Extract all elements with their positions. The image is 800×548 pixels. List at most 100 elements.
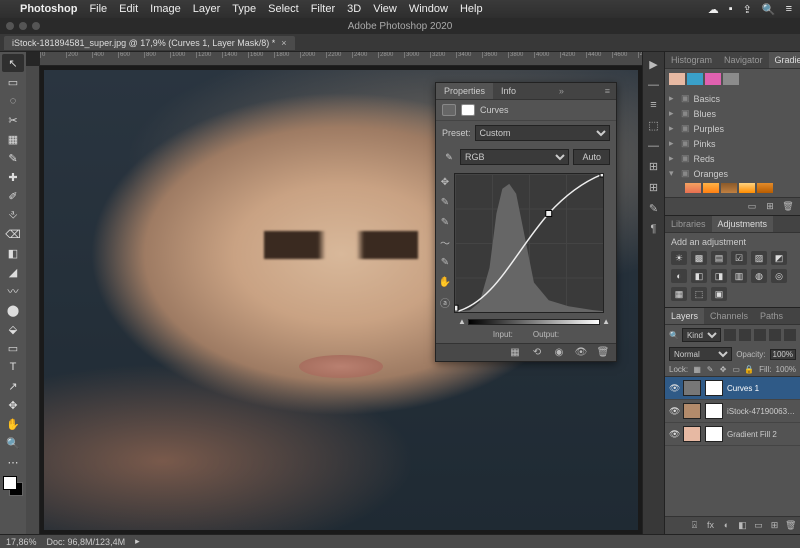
tab-channels[interactable]: Channels bbox=[704, 308, 754, 324]
filter-smart-icon[interactable] bbox=[784, 329, 796, 341]
tab-properties[interactable]: Properties bbox=[436, 83, 493, 99]
toggle-visibility-icon[interactable]: ◉ bbox=[552, 347, 566, 358]
adjustment-preset-icon[interactable]: ⬚ bbox=[691, 287, 707, 301]
layer-kind-select[interactable]: Kind bbox=[682, 328, 721, 342]
gradient-preset[interactable] bbox=[757, 183, 773, 193]
edit-toolbar-icon[interactable]: ✋ bbox=[2, 415, 24, 433]
menu-edit[interactable]: Edit bbox=[119, 3, 138, 15]
layer-thumbnail[interactable] bbox=[683, 380, 701, 396]
layer-thumbnail[interactable] bbox=[683, 426, 701, 442]
pen-tool[interactable]: ⬤ bbox=[2, 301, 24, 319]
curve-line[interactable] bbox=[455, 174, 603, 312]
menu-view[interactable]: View bbox=[373, 3, 397, 15]
curve-tool-icon[interactable]: ✥ bbox=[438, 175, 452, 189]
document-tab[interactable]: iStock-181894581_super.jpg @ 17,9% (Curv… bbox=[4, 36, 295, 50]
tab-gradients[interactable]: Gradients bbox=[769, 52, 800, 68]
cloud-icon[interactable]: ☁ bbox=[708, 3, 719, 16]
layer-row[interactable]: 👁Curves 1 bbox=[665, 377, 800, 400]
layer-mask-thumbnail[interactable] bbox=[705, 380, 723, 396]
adjustment-preset-icon[interactable]: ▥ bbox=[731, 269, 747, 283]
mask-icon[interactable]: ◐ bbox=[721, 520, 732, 531]
gradient-ramp[interactable] bbox=[468, 319, 600, 325]
move-tool[interactable]: ↖ bbox=[2, 54, 24, 72]
filter-adjust-icon[interactable] bbox=[739, 329, 751, 341]
gradient-folder[interactable]: ▸▣Blues bbox=[669, 106, 796, 121]
delete-layer-icon[interactable]: 🗑 bbox=[785, 520, 796, 531]
adjustment-preset-icon[interactable]: ▣ bbox=[711, 287, 727, 301]
collapsed-panel-icon[interactable]: ¶ bbox=[651, 223, 657, 235]
menu-help[interactable]: Help bbox=[460, 3, 483, 15]
share-icon[interactable]: ⇪ bbox=[743, 3, 752, 16]
chat-icon[interactable]: ▪ bbox=[729, 3, 733, 16]
menu-3d[interactable]: 3D bbox=[347, 3, 361, 15]
gradient-swatch[interactable] bbox=[705, 73, 721, 85]
panel-collapse-icon[interactable]: » bbox=[553, 83, 570, 99]
preset-select[interactable]: Custom bbox=[475, 125, 610, 141]
search-icon[interactable]: 🔍 bbox=[762, 3, 776, 16]
lock-transparency-icon[interactable]: ▦ bbox=[692, 365, 702, 374]
clone-tool[interactable]: ⎀ bbox=[2, 206, 24, 224]
preview-icon[interactable]: 👁 bbox=[574, 347, 588, 358]
frame-tool[interactable]: ▦ bbox=[2, 130, 24, 148]
lasso-tool[interactable]: ◌ bbox=[2, 92, 24, 110]
fx-icon[interactable]: fx bbox=[705, 520, 716, 531]
adjustment-preset-icon[interactable]: ◧ bbox=[691, 269, 707, 283]
adjustment-preset-icon[interactable]: ▤ bbox=[711, 251, 727, 265]
gradient-folder[interactable]: ▸▣Basics bbox=[669, 91, 796, 106]
ellipsis-icon[interactable]: 🔍 bbox=[2, 434, 24, 452]
collapsed-panel-icon[interactable]: ✎ bbox=[649, 202, 658, 215]
lock-pixels-icon[interactable]: ✎ bbox=[705, 365, 715, 374]
gradient-swatch[interactable] bbox=[723, 73, 739, 85]
zoom-level[interactable]: 17,86% bbox=[6, 537, 37, 547]
clip-to-layer-icon[interactable]: ▦ bbox=[508, 347, 522, 358]
filter-type-icon[interactable] bbox=[754, 329, 766, 341]
adjustment-preset-icon[interactable]: ▩ bbox=[691, 251, 707, 265]
adjustment-icon[interactable]: ◧ bbox=[737, 520, 748, 531]
collapsed-panel-icon[interactable]: ⊞ bbox=[649, 160, 658, 173]
menu-file[interactable]: File bbox=[89, 3, 107, 15]
filter-pixel-icon[interactable] bbox=[724, 329, 736, 341]
collapsed-panel-icon[interactable]: ≡ bbox=[650, 99, 656, 111]
filter-shape-icon[interactable] bbox=[769, 329, 781, 341]
eyedropper-icon[interactable]: ✎ bbox=[442, 152, 456, 163]
visibility-toggle-icon[interactable]: 👁 bbox=[669, 429, 679, 440]
properties-panel[interactable]: Properties Info » ≡ Curves Preset: Custo… bbox=[435, 82, 617, 362]
crop-tool[interactable]: ✂ bbox=[2, 111, 24, 129]
tab-paths[interactable]: Paths bbox=[754, 308, 789, 324]
curve-tool-icon[interactable]: ✎ bbox=[438, 195, 452, 209]
lock-position-icon[interactable]: ✥ bbox=[718, 365, 728, 374]
visibility-toggle-icon[interactable]: 👁 bbox=[669, 406, 679, 417]
adjustment-preset-icon[interactable]: ▦ bbox=[671, 287, 687, 301]
adjustment-preset-icon[interactable]: ◩ bbox=[771, 251, 787, 265]
gradient-preset[interactable] bbox=[703, 183, 719, 193]
traffic-lights[interactable] bbox=[6, 22, 40, 30]
reset-icon[interactable]: ⟲ bbox=[530, 347, 544, 358]
blend-mode-select[interactable]: Normal bbox=[669, 347, 732, 361]
group-icon[interactable]: ▭ bbox=[753, 520, 764, 531]
curve-tool-icon[interactable]: ✎ bbox=[438, 215, 452, 229]
adjustment-preset-icon[interactable]: ◎ bbox=[771, 269, 787, 283]
curve-tool-icon[interactable]: ⓐ bbox=[438, 295, 452, 309]
search-icon[interactable]: 🔍 bbox=[669, 331, 679, 340]
menu-window[interactable]: Window bbox=[409, 3, 448, 15]
adjustment-preset-icon[interactable]: ▨ bbox=[751, 251, 767, 265]
menu-filter[interactable]: Filter bbox=[311, 3, 335, 15]
adjustment-preset-icon[interactable]: ◨ bbox=[711, 269, 727, 283]
tab-layers[interactable]: Layers bbox=[665, 308, 704, 324]
doc-size[interactable]: Doc: 96,8M/123,4M bbox=[47, 537, 126, 547]
mask-icon[interactable] bbox=[461, 104, 475, 116]
gradient-folder[interactable]: ▸▣Reds bbox=[669, 151, 796, 166]
curve-tool-icon[interactable]: ✋ bbox=[438, 275, 452, 289]
hand-tool[interactable]: ↗ bbox=[2, 377, 24, 395]
tab-adjustments[interactable]: Adjustments bbox=[712, 216, 774, 232]
gradient-preset[interactable] bbox=[685, 183, 701, 193]
delete-adjustment-icon[interactable]: 🗑 bbox=[596, 347, 610, 358]
auto-button[interactable]: Auto bbox=[573, 149, 610, 165]
workspace-icon[interactable]: ≡ bbox=[786, 3, 792, 16]
gradient-folder[interactable]: ▸▣Pinks bbox=[669, 136, 796, 151]
gradient-swatch[interactable] bbox=[687, 73, 703, 85]
black-point-slider-icon[interactable]: ▲ bbox=[458, 317, 466, 326]
new-gradient-icon[interactable]: ⊞ bbox=[764, 201, 776, 212]
dodge-tool[interactable]: 〰 bbox=[2, 282, 24, 300]
gradient-preset[interactable] bbox=[739, 183, 755, 193]
